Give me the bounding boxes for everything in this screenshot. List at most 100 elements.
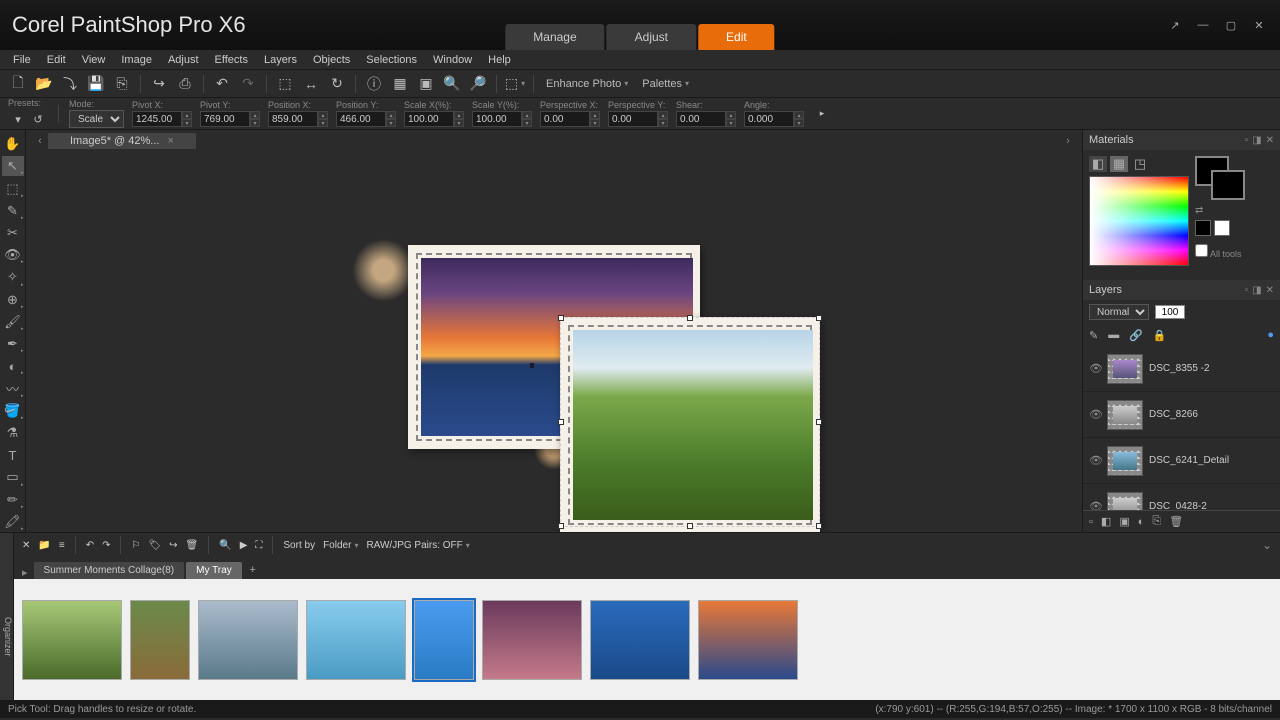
- share-icon[interactable]: ↪: [149, 74, 169, 94]
- canvas-viewport[interactable]: [26, 152, 1082, 532]
- dropper-tool-icon[interactable]: ✎▸: [2, 201, 24, 221]
- redo-icon[interactable]: ↷: [238, 74, 258, 94]
- warp-tool-icon[interactable]: 〰▸: [2, 378, 24, 398]
- info-icon[interactable]: ⓘ: [364, 74, 384, 94]
- thumbnail[interactable]: [590, 600, 690, 680]
- palettes-dropdown[interactable]: Palettes: [638, 78, 693, 90]
- delete-layer-icon[interactable]: 🗑: [1169, 515, 1183, 528]
- org-rotate-r-icon[interactable]: ↷: [102, 540, 110, 551]
- thumbnail[interactable]: [22, 600, 122, 680]
- color-picker[interactable]: [1089, 176, 1189, 266]
- layer-item[interactable]: 👁DSC_6241_Detail: [1083, 438, 1280, 484]
- angle-input[interactable]: [744, 111, 794, 127]
- layer-visibility-icon[interactable]: 👁: [1089, 362, 1101, 375]
- org-slideshow-icon[interactable]: ▶: [240, 540, 248, 551]
- org-add-tab-icon[interactable]: +: [244, 561, 262, 579]
- layer-mask-icon[interactable]: ▬: [1108, 329, 1119, 341]
- document-tab[interactable]: Image5* @ 42%... ×: [48, 133, 196, 149]
- blend-mode-select[interactable]: Normal: [1089, 304, 1149, 320]
- new-mask-icon[interactable]: ◧: [1101, 515, 1111, 528]
- panel-menu-icon[interactable]: ▫: [1245, 285, 1249, 296]
- alltools-checkbox[interactable]: [1195, 244, 1208, 257]
- presets-pick-icon[interactable]: ▾: [8, 109, 28, 129]
- pivoty-input[interactable]: [200, 111, 250, 127]
- layer-item[interactable]: 👁DSC_0428-2: [1083, 484, 1280, 510]
- crop-tool-icon[interactable]: ✂: [2, 223, 24, 243]
- tab-manage[interactable]: Manage: [505, 24, 604, 50]
- twain-icon[interactable]: ⤵: [60, 74, 80, 94]
- perspx-input[interactable]: [540, 111, 590, 127]
- photo-frame-hills[interactable]: [560, 317, 820, 532]
- layer-edit-icon[interactable]: ✎: [1089, 329, 1098, 342]
- org-map-icon[interactable]: ⚐: [131, 540, 140, 551]
- layers-panel-header[interactable]: Layers ▫◨✕: [1083, 280, 1280, 300]
- tab-adjust[interactable]: Adjust: [607, 24, 696, 50]
- org-collapse-icon[interactable]: ⌄: [1262, 538, 1272, 552]
- layer-style-icon[interactable]: ●: [1267, 329, 1274, 341]
- thumbnail[interactable]: [482, 600, 582, 680]
- layer-visibility-icon[interactable]: 👁: [1089, 408, 1101, 421]
- doc-next-icon[interactable]: ›: [1060, 135, 1076, 147]
- mat-tab-rainbow-icon[interactable]: ◧: [1089, 156, 1107, 172]
- panel-undock-icon[interactable]: ◨: [1252, 135, 1261, 146]
- opacity-input[interactable]: [1155, 305, 1185, 319]
- org-share-icon[interactable]: ↪: [169, 540, 177, 551]
- paintbrush-tool-icon[interactable]: 🖌▸: [2, 312, 24, 332]
- zoomout-icon[interactable]: 🔎: [468, 74, 488, 94]
- layer-lock-icon[interactable]: 🔒: [1153, 329, 1167, 342]
- doc-close-icon[interactable]: ×: [167, 135, 173, 147]
- new-layer-icon[interactable]: ▫: [1089, 516, 1093, 528]
- rulers-icon[interactable]: ▣: [416, 74, 436, 94]
- dup-layer-icon[interactable]: ⎘: [1152, 515, 1161, 528]
- enhance-photo-dropdown[interactable]: Enhance Photo: [542, 78, 632, 90]
- org-close-icon[interactable]: ✕: [22, 540, 30, 551]
- oilbrush-tool-icon[interactable]: 🖍▸: [2, 512, 24, 532]
- launcher-icon[interactable]: ⬚: [505, 74, 525, 94]
- print-icon[interactable]: ⎙: [175, 74, 195, 94]
- grid-icon[interactable]: ▦: [390, 74, 410, 94]
- save-icon[interactable]: 💾: [86, 74, 106, 94]
- org-delete-icon[interactable]: 🗑: [186, 540, 199, 551]
- clone-tool-icon[interactable]: ⊕▸: [2, 290, 24, 310]
- org-zoom-icon[interactable]: 🔍: [219, 540, 231, 551]
- panel-close-icon[interactable]: ✕: [1266, 135, 1274, 146]
- layer-item[interactable]: 👁DSC_8355 -2: [1083, 346, 1280, 392]
- menu-layers[interactable]: Layers: [257, 52, 304, 68]
- doc-prev-icon[interactable]: ‹: [32, 135, 48, 147]
- fg-small-swatch[interactable]: [1195, 220, 1211, 236]
- layer-visibility-icon[interactable]: 👁: [1089, 454, 1101, 467]
- menu-window[interactable]: Window: [426, 52, 479, 68]
- zoomin-icon[interactable]: 🔍: [442, 74, 462, 94]
- pick-tool-icon[interactable]: ↖▸: [2, 156, 24, 176]
- canvas[interactable]: [270, 163, 838, 521]
- pivotx-input[interactable]: [132, 111, 182, 127]
- organizer-label[interactable]: Organizer: [0, 533, 14, 700]
- background-swatch[interactable]: [1211, 170, 1245, 200]
- layer-visibility-icon[interactable]: 👁: [1089, 500, 1101, 510]
- posx-input[interactable]: [268, 111, 318, 127]
- thumbnail[interactable]: [198, 600, 298, 680]
- close-icon[interactable]: ✕: [1250, 16, 1268, 34]
- thumbnail[interactable]: [698, 600, 798, 680]
- thumbnail[interactable]: [130, 600, 190, 680]
- new-icon[interactable]: 🗋: [8, 74, 28, 94]
- saveas-icon[interactable]: ⎘: [112, 74, 132, 94]
- org-expand-icon[interactable]: ▸: [22, 566, 28, 579]
- sortby-folder[interactable]: Folder: [323, 540, 358, 551]
- maximize-icon[interactable]: ▢: [1222, 16, 1240, 34]
- bg-small-swatch[interactable]: [1214, 220, 1230, 236]
- posy-input[interactable]: [336, 111, 386, 127]
- org-folder-icon[interactable]: 📁: [38, 540, 50, 551]
- flood-tool-icon[interactable]: 🪣▸: [2, 401, 24, 421]
- org-rotate-l-icon[interactable]: ↶: [86, 540, 94, 551]
- perspy-input[interactable]: [608, 111, 658, 127]
- panel-close-icon[interactable]: ✕: [1266, 285, 1274, 296]
- org-tab-collage[interactable]: Summer Moments Collage(8): [34, 562, 185, 579]
- layer-link-icon[interactable]: 🔗: [1129, 329, 1143, 342]
- presets-reset-icon[interactable]: ↺: [28, 109, 48, 129]
- menu-help[interactable]: Help: [481, 52, 518, 68]
- airbrush-tool-icon[interactable]: ✒▸: [2, 334, 24, 354]
- menu-file[interactable]: File: [6, 52, 38, 68]
- org-fullscreen-icon[interactable]: ⛶: [255, 540, 262, 551]
- thumbnail[interactable]: [414, 600, 474, 680]
